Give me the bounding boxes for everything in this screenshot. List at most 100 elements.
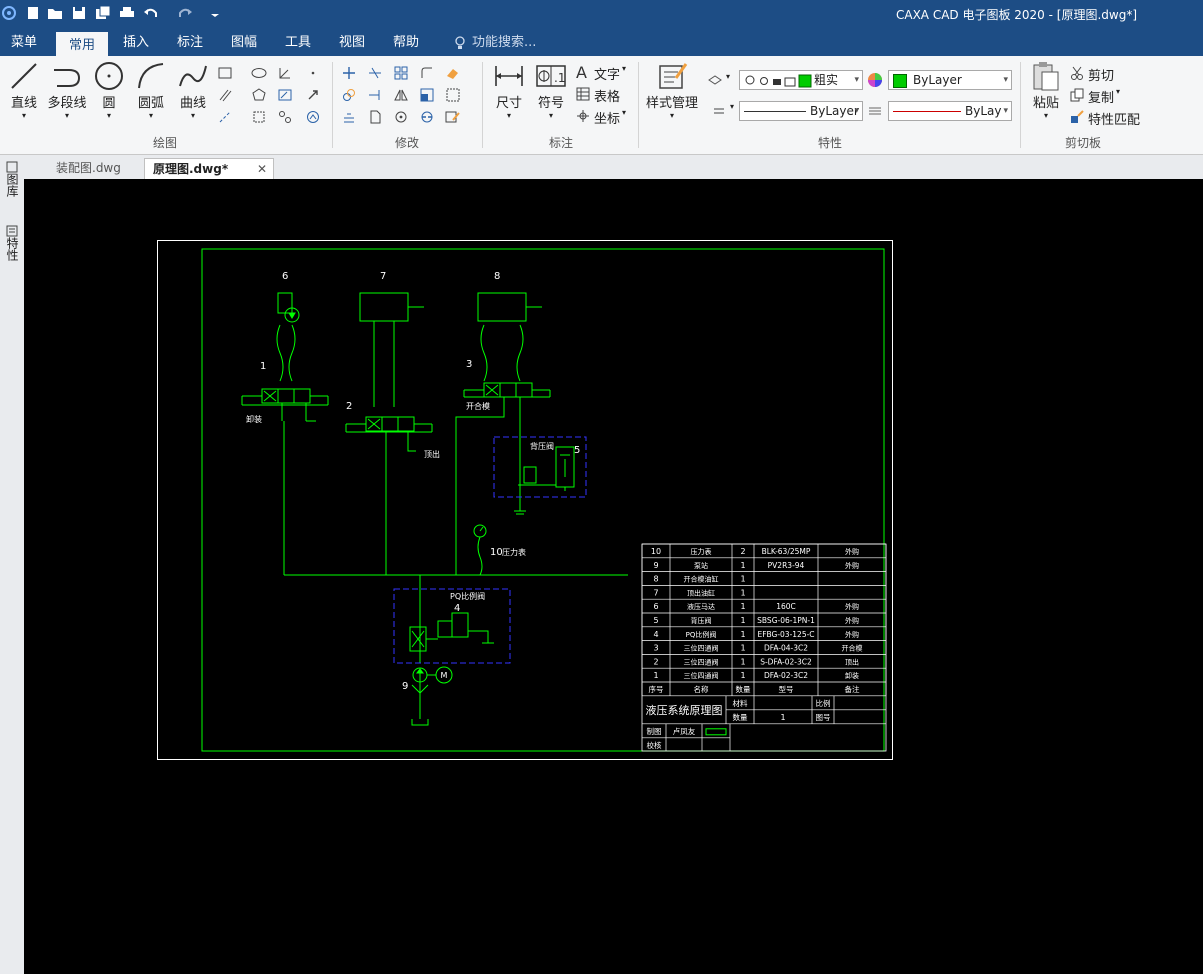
line-icon (11, 63, 37, 89)
arc-button[interactable]: 圆弧 ▾ (132, 60, 170, 120)
undo-icon[interactable] (142, 4, 160, 22)
bom-note: 顶出 (845, 657, 859, 666)
tab-help[interactable]: 帮助 (384, 30, 428, 56)
offset-icon[interactable] (340, 108, 358, 126)
side-tab-library[interactable]: 图库 (4, 161, 21, 197)
tab-view[interactable]: 视图 (330, 30, 374, 56)
scale-icon[interactable] (418, 86, 436, 104)
side-tab-properties[interactable]: 特性 (4, 225, 21, 261)
table-button[interactable]: 表格 (594, 86, 620, 105)
bom-name: 三位四通阀 (684, 671, 719, 680)
doc-tab-schematic[interactable]: 原理图.dwg* ✕ (144, 158, 274, 180)
text-button[interactable]: 文字 (594, 64, 620, 83)
tab-tools[interactable]: 工具 (276, 30, 320, 56)
feature-search[interactable]: 功能搜索... (472, 30, 552, 56)
bom-qty: 1 (740, 657, 745, 666)
new-icon[interactable] (24, 4, 42, 22)
layer-states-icon[interactable] (706, 70, 724, 88)
style-manager-button[interactable]: 样式管理 ▾ (644, 60, 700, 120)
array-icon[interactable] (392, 64, 410, 82)
drawing-canvas[interactable]: 10 压力表 2 BLK-63/25MP 外购 9 泵站 1 PV2R3-94 外购 8 开合模油缸 1… (24, 179, 1203, 974)
cursor-icon[interactable] (304, 86, 322, 104)
bom-qty: 1 (740, 616, 745, 625)
coordinate-button[interactable]: 坐标 (594, 108, 620, 127)
save-icon[interactable] (70, 4, 88, 22)
linewidth-dropdown[interactable]: ByLay ▾ (888, 101, 1012, 121)
copy-object-icon[interactable] (340, 86, 358, 104)
spline-icon[interactable] (276, 108, 294, 126)
customize-icon[interactable] (206, 4, 224, 22)
polygon-icon[interactable] (250, 86, 268, 104)
line-weight-icon[interactable] (866, 102, 884, 120)
angle-line-icon[interactable] (276, 64, 294, 82)
point-icon[interactable] (304, 64, 322, 82)
color-dropdown[interactable]: ByLayer ▾ (888, 70, 1012, 90)
bom-model: PV2R3-94 (768, 561, 805, 570)
window-title: CAXA CAD 电子图板 2020 - [原理图.dwg*] (895, 8, 1137, 22)
trim-icon[interactable] (366, 64, 384, 82)
rectangle-icon[interactable] (216, 64, 234, 82)
bom-model: EFBG-03-125-C (757, 630, 814, 639)
mirror-icon[interactable] (392, 86, 410, 104)
bom-no: 6 (653, 602, 658, 611)
close-tab-icon[interactable]: ✕ (257, 159, 267, 180)
rotate-icon[interactable] (392, 108, 410, 126)
circle-button[interactable]: 圆 ▾ (92, 60, 126, 120)
line-scale-icon[interactable] (710, 102, 728, 120)
match-properties-button[interactable]: 特性匹配 (1088, 109, 1140, 128)
hatch-icon[interactable] (276, 86, 294, 104)
menu-main[interactable]: 菜单 (0, 30, 48, 56)
print-icon[interactable] (118, 4, 136, 22)
parallel-line-icon[interactable] (216, 86, 234, 104)
doc-tab-assembly[interactable]: 装配图.dwg (48, 158, 152, 179)
fillet-icon[interactable] (418, 64, 436, 82)
bom-no: 2 (653, 657, 658, 666)
component-number: 5 (574, 445, 580, 456)
move-icon[interactable] (340, 64, 358, 82)
app-icon[interactable] (0, 4, 18, 22)
symbol-button[interactable]: .1 符号 ▾ (534, 60, 568, 120)
bom-name: 三位四通阀 (684, 657, 719, 666)
library-icon (6, 161, 18, 173)
color-wheel-icon[interactable] (866, 71, 884, 89)
centerline-icon[interactable] (216, 108, 234, 126)
component-number: 2 (346, 401, 352, 412)
tab-common[interactable]: 常用 (56, 32, 108, 58)
tab-frame[interactable]: 图幅 (222, 30, 266, 56)
bom-note: 外购 (845, 630, 859, 639)
menu-bar: 菜单 常用 插入 标注 图幅 工具 视图 帮助 功能搜索... (0, 30, 1203, 58)
eraser-icon[interactable] (444, 64, 462, 82)
copy-icon (1068, 86, 1086, 104)
save-all-icon[interactable] (94, 4, 112, 22)
extend-icon[interactable] (366, 86, 384, 104)
title-block-drawing-no: 图号 (816, 713, 831, 722)
tab-annotate[interactable]: 标注 (168, 30, 212, 56)
copy-button[interactable]: 复制 (1088, 87, 1114, 106)
open-icon[interactable] (46, 4, 64, 22)
curve-button[interactable]: 曲线 ▾ (174, 60, 212, 120)
linetype-dropdown[interactable]: ByLayer ▾ (739, 101, 863, 121)
dimension-button[interactable]: 尺寸 ▾ (490, 60, 528, 120)
ellipse-icon[interactable] (250, 64, 268, 82)
group-label-draw: 绘图 (152, 136, 177, 150)
bom-qty: 2 (740, 547, 745, 556)
stretch-icon[interactable] (366, 108, 384, 126)
cut-button[interactable]: 剪切 (1088, 65, 1114, 84)
paste-button[interactable]: 粘贴 ▾ (1028, 60, 1064, 120)
edit-icon[interactable] (444, 108, 462, 126)
block-icon[interactable] (250, 108, 268, 126)
paste-icon (1033, 62, 1059, 91)
hydraulic-schematic: 10 压力表 2 BLK-63/25MP 外购9 泵站 1 PV2R3-94 外购8 开合模油缸 1… (201, 248, 887, 752)
image-icon[interactable] (304, 108, 322, 126)
label-pressure-gauge: 压力表 (502, 547, 526, 557)
match-properties-icon (1068, 108, 1086, 126)
tab-insert[interactable]: 插入 (114, 30, 158, 56)
line-button[interactable]: 直线 ▾ (6, 60, 42, 120)
break-icon[interactable] (418, 108, 436, 126)
redo-icon[interactable] (176, 4, 194, 22)
title-block-title: 液压系统原理图 (646, 703, 723, 717)
group-label-modify: 修改 (394, 136, 419, 150)
polyline-button[interactable]: 多段线 ▾ (44, 60, 90, 120)
explode-icon[interactable] (444, 86, 462, 104)
layer-dropdown[interactable]: 粗实 ▾ (739, 70, 863, 90)
